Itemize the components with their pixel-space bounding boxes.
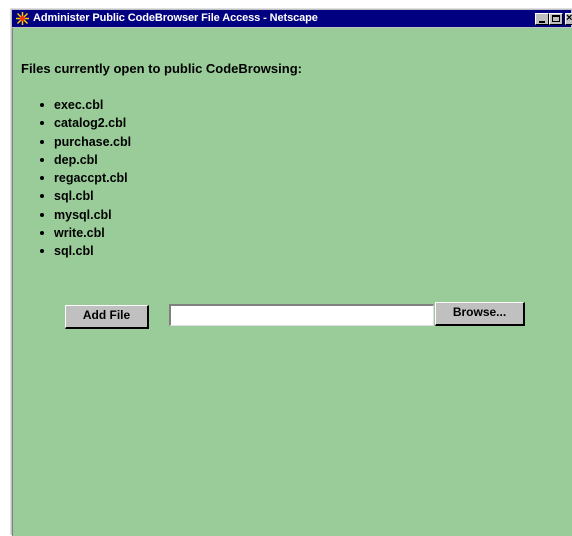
bullet-icon [40, 231, 44, 236]
bullet-icon [40, 176, 44, 181]
file-name: purchase.cbl [54, 134, 132, 149]
file-list-item: write.cbl [39, 224, 131, 242]
file-name: exec.cbl [54, 98, 104, 112]
close-button[interactable]: × [565, 12, 572, 25]
netscape-icon [15, 11, 30, 26]
close-icon: × [566, 12, 572, 24]
file-name: write.cbl [54, 226, 105, 241]
file-list: exec.cbl catalog2.cbl purchase.cbl dep.cbl r… [39, 96, 131, 261]
file-name: regaccpt.cbl [54, 171, 128, 186]
file-name: catalog2.cbl [54, 116, 127, 131]
maximize-button[interactable] [549, 13, 563, 25]
bullet-icon [40, 121, 44, 126]
file-name: dep.cbl [54, 152, 98, 167]
file-list-item: purchase.cbl [39, 133, 131, 151]
file-name: sql.cbl [54, 244, 94, 259]
file-list-item: sql.cbl [39, 242, 131, 260]
file-list-item: regaccpt.cbl [39, 169, 131, 187]
bullet-icon [40, 194, 44, 199]
file-list-item: sql.cbl [39, 187, 131, 205]
file-name: mysql.cbl [54, 207, 112, 222]
bullet-icon [40, 103, 44, 107]
file-name: sql.cbl [54, 189, 94, 204]
title-bar[interactable]: Administer Public CodeBrowser File Acces… [12, 10, 572, 27]
bullet-icon [40, 212, 44, 217]
bullet-icon [40, 249, 44, 254]
maximize-icon [552, 15, 560, 22]
add-file-button[interactable]: Add File [65, 305, 149, 329]
minimize-button[interactable] [535, 13, 549, 25]
browser-window: Administer Public CodeBrowser File Acces… [10, 8, 572, 536]
file-list-item: dep.cbl [39, 151, 131, 169]
bullet-icon [40, 157, 44, 162]
window-title: Administer Public CodeBrowser File Acces… [33, 12, 318, 24]
browse-button[interactable]: Browse... [435, 302, 525, 326]
bullet-icon [40, 139, 44, 144]
minimize-icon [539, 21, 545, 23]
file-list-item: catalog2.cbl [39, 114, 131, 132]
page-heading: Files currently open to public CodeBrows… [21, 61, 302, 76]
file-list-item: mysql.cbl [39, 206, 131, 224]
file-path-input[interactable] [169, 304, 434, 326]
file-list-item: exec.cbl [39, 96, 131, 114]
page-content: Files currently open to public CodeBrows… [12, 28, 572, 536]
